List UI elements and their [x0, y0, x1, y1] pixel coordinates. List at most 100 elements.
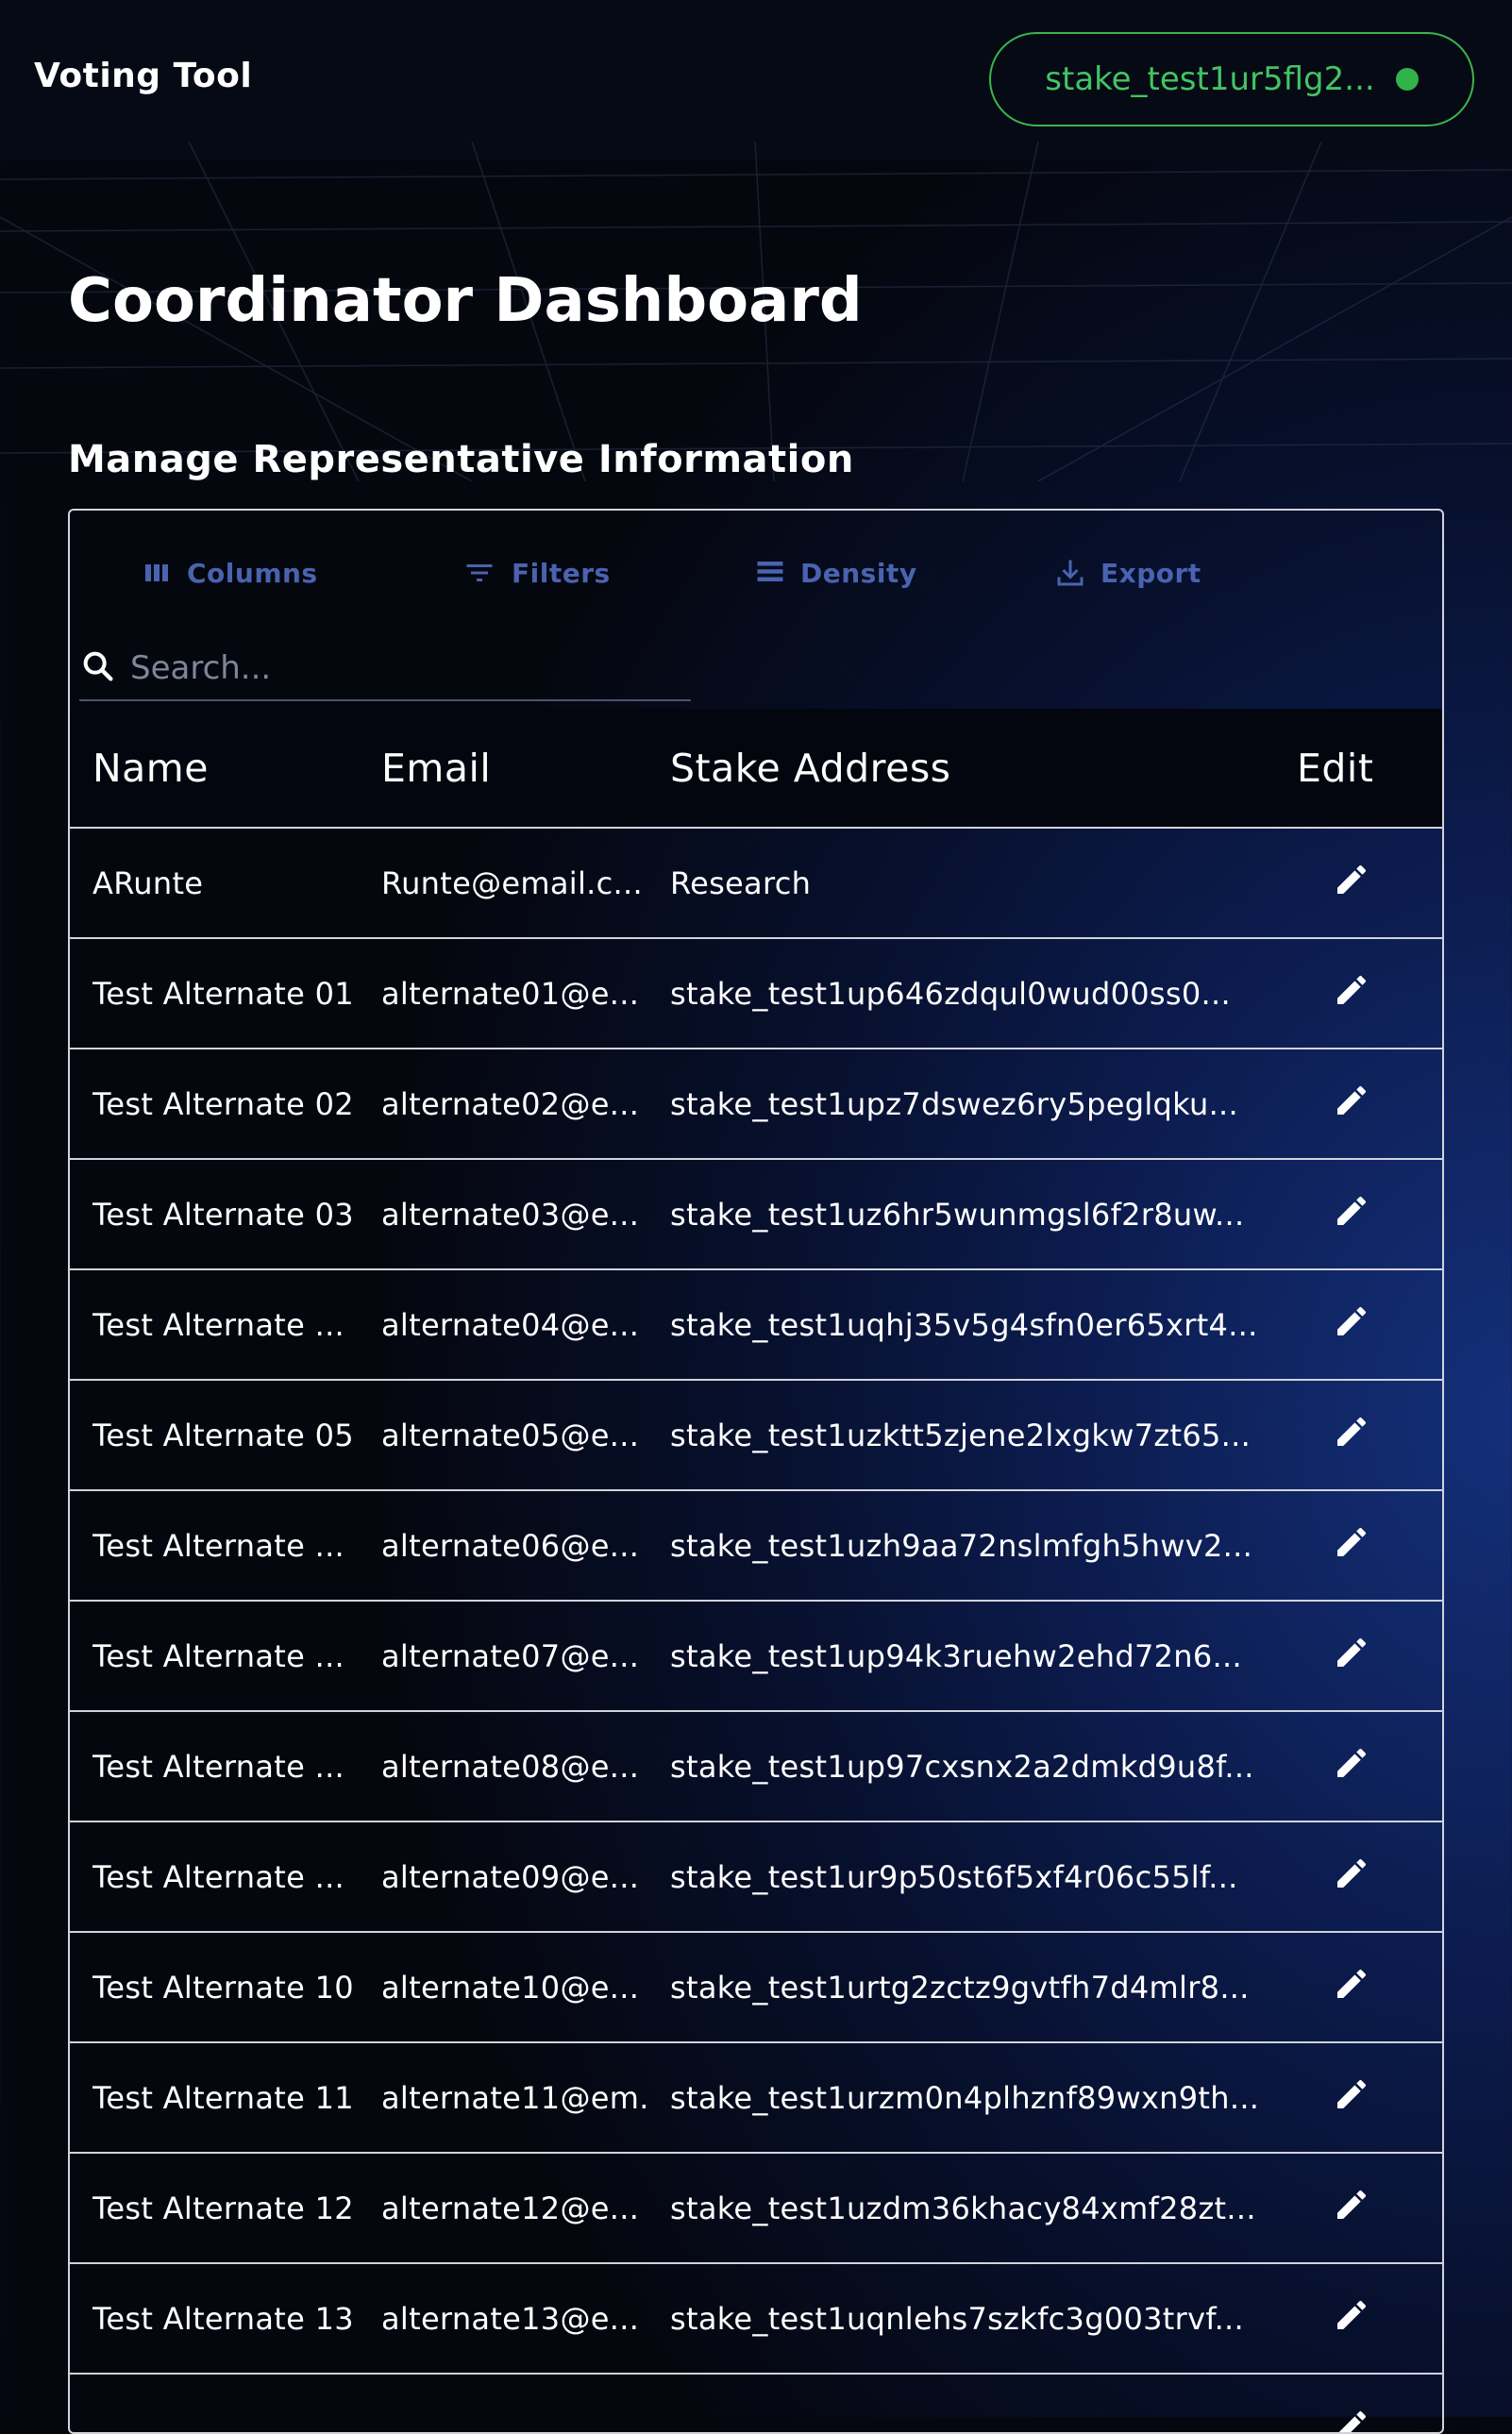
- filters-label: Filters: [512, 558, 611, 589]
- cell-name: Test Alternate 01: [92, 939, 357, 1048]
- table-row[interactable]: Test Alternate 01alternate01@e...stake_t…: [70, 939, 1442, 1049]
- table-row[interactable]: Test Alternate 12alternate12@e...stake_t…: [70, 2154, 1442, 2264]
- cell-name: Test Alternate 05: [92, 1381, 357, 1489]
- cell-email: alternate01@e...: [381, 939, 646, 1048]
- search-input[interactable]: [130, 649, 659, 687]
- top-app-bar: Voting Tool stake_test1ur5flg2...: [0, 0, 1512, 160]
- edit-button[interactable]: [1314, 2264, 1389, 2373]
- page-title: Coordinator Dashboard: [68, 266, 863, 336]
- edit-button[interactable]: [1314, 2375, 1389, 2434]
- edit-button[interactable]: [1314, 1270, 1389, 1379]
- table-body: ARunteRunte@email.c...ResearchTest Alter…: [70, 829, 1442, 2434]
- table-row[interactable]: Test Alternate 02alternate02@e...stake_t…: [70, 1049, 1442, 1160]
- cell-name: Test Alternate ...: [92, 1602, 357, 1710]
- table-row[interactable]: [70, 2375, 1442, 2434]
- filters-button[interactable]: Filters: [461, 546, 611, 599]
- cell-name: [92, 2375, 357, 2434]
- cell-email: alternate08@e...: [381, 1712, 646, 1821]
- edit-button[interactable]: [1314, 1160, 1389, 1268]
- cell-name: Test Alternate 03: [92, 1160, 357, 1268]
- density-label: Density: [800, 558, 917, 589]
- export-button[interactable]: Export: [1053, 546, 1201, 599]
- edit-pencil-icon: [1333, 2407, 1370, 2434]
- table-row[interactable]: Test Alternate 05alternate05@e...stake_t…: [70, 1381, 1442, 1491]
- cell-stake-address: stake_test1uqhj35v5g4sfn0er65xrt4...: [670, 1270, 1274, 1379]
- table-row[interactable]: Test Alternate 10alternate10@e...stake_t…: [70, 1933, 1442, 2043]
- edit-pencil-icon: [1333, 1523, 1370, 1569]
- edit-pencil-icon: [1333, 1302, 1370, 1348]
- cell-email: alternate12@e...: [381, 2154, 646, 2262]
- cell-name: Test Alternate ...: [92, 1491, 357, 1600]
- filters-icon: [461, 556, 498, 590]
- cell-name: Test Alternate 02: [92, 1049, 357, 1158]
- edit-button[interactable]: [1314, 939, 1389, 1048]
- cell-email: alternate05@e...: [381, 1381, 646, 1489]
- edit-pencil-icon: [1333, 1082, 1370, 1127]
- cell-stake-address: Research: [670, 829, 1274, 937]
- edit-button[interactable]: [1314, 2043, 1389, 2152]
- cell-name: Test Alternate 11: [92, 2043, 357, 2152]
- columns-icon: [140, 556, 174, 590]
- cell-stake-address: stake_test1upz7dswez6ry5peglqku...: [670, 1049, 1274, 1158]
- cell-stake-address: stake_test1uzdm36khacy84xmf28zt...: [670, 2154, 1274, 2262]
- edit-pencil-icon: [1333, 2075, 1370, 2121]
- edit-button[interactable]: [1314, 1049, 1389, 1158]
- edit-button[interactable]: [1314, 2154, 1389, 2262]
- edit-pencil-icon: [1333, 861, 1370, 906]
- density-button[interactable]: Density: [753, 546, 917, 599]
- edit-pencil-icon: [1333, 2186, 1370, 2231]
- edit-pencil-icon: [1333, 1413, 1370, 1458]
- table-row[interactable]: Test Alternate ...alternate04@e...stake_…: [70, 1270, 1442, 1381]
- column-header-email[interactable]: Email: [381, 709, 491, 827]
- cell-stake-address: stake_test1up646zdqul0wud00ss0...: [670, 939, 1274, 1048]
- table-row[interactable]: Test Alternate ...alternate06@e...stake_…: [70, 1491, 1442, 1602]
- edit-pencil-icon: [1333, 1192, 1370, 1237]
- column-header-edit[interactable]: Edit: [1297, 709, 1373, 827]
- edit-button[interactable]: [1314, 829, 1389, 937]
- cell-email: alternate10@e...: [381, 1933, 646, 2041]
- cell-stake-address: stake_test1urtg2zctz9gvtfh7d4mlr8...: [670, 1933, 1274, 2041]
- columns-label: Columns: [187, 558, 318, 589]
- cell-name: Test Alternate ...: [92, 1270, 357, 1379]
- table-row[interactable]: Test Alternate 13alternate13@e...stake_t…: [70, 2264, 1442, 2375]
- edit-button[interactable]: [1314, 1491, 1389, 1600]
- edit-button[interactable]: [1314, 1822, 1389, 1931]
- table-row[interactable]: Test Alternate ...alternate09@e...stake_…: [70, 1822, 1442, 1933]
- edit-button[interactable]: [1314, 1602, 1389, 1710]
- cell-email: [381, 2375, 646, 2434]
- section-title: Manage Representative Information: [68, 438, 854, 481]
- brand-title[interactable]: Voting Tool: [34, 57, 252, 95]
- edit-button[interactable]: [1314, 1381, 1389, 1489]
- cell-email: alternate13@e...: [381, 2264, 646, 2373]
- wallet-status-dot: [1396, 68, 1419, 91]
- table-row[interactable]: ARunteRunte@email.c...Research: [70, 829, 1442, 939]
- table-row[interactable]: Test Alternate 11alternate11@em...stake_…: [70, 2043, 1442, 2154]
- wallet-address-button[interactable]: stake_test1ur5flg2...: [989, 32, 1474, 126]
- cell-email: Runte@email.c...: [381, 829, 646, 937]
- columns-button[interactable]: Columns: [140, 546, 318, 599]
- cell-stake-address: stake_test1ur9p50st6f5xf4r06c55lf...: [670, 1822, 1274, 1931]
- cell-email: alternate06@e...: [381, 1491, 646, 1600]
- edit-pencil-icon: [1333, 1744, 1370, 1789]
- cell-stake-address: [670, 2375, 1274, 2434]
- export-icon: [1053, 556, 1087, 590]
- cell-stake-address: stake_test1up97cxsnx2a2dmkd9u8f...: [670, 1712, 1274, 1821]
- cell-email: alternate03@e...: [381, 1160, 646, 1268]
- edit-pencil-icon: [1333, 2296, 1370, 2342]
- cell-stake-address: stake_test1uzh9aa72nslmfgh5hwv2...: [670, 1491, 1274, 1600]
- column-header-name[interactable]: Name: [92, 709, 209, 827]
- edit-pencil-icon: [1333, 1965, 1370, 2010]
- search-field[interactable]: [79, 637, 691, 701]
- edit-button[interactable]: [1314, 1712, 1389, 1821]
- density-icon: [753, 556, 787, 590]
- export-label: Export: [1100, 558, 1201, 589]
- table-row[interactable]: Test Alternate ...alternate08@e...stake_…: [70, 1712, 1442, 1822]
- column-header-stake-address[interactable]: Stake Address: [670, 709, 951, 827]
- table-row[interactable]: Test Alternate ...alternate07@e...stake_…: [70, 1602, 1442, 1712]
- cell-email: alternate04@e...: [381, 1270, 646, 1379]
- edit-button[interactable]: [1314, 1933, 1389, 2041]
- representatives-data-grid: Columns Filters Density Export: [68, 509, 1444, 2434]
- wallet-address-text: stake_test1ur5flg2...: [1045, 60, 1374, 98]
- edit-pencil-icon: [1333, 1855, 1370, 1900]
- table-row[interactable]: Test Alternate 03alternate03@e...stake_t…: [70, 1160, 1442, 1270]
